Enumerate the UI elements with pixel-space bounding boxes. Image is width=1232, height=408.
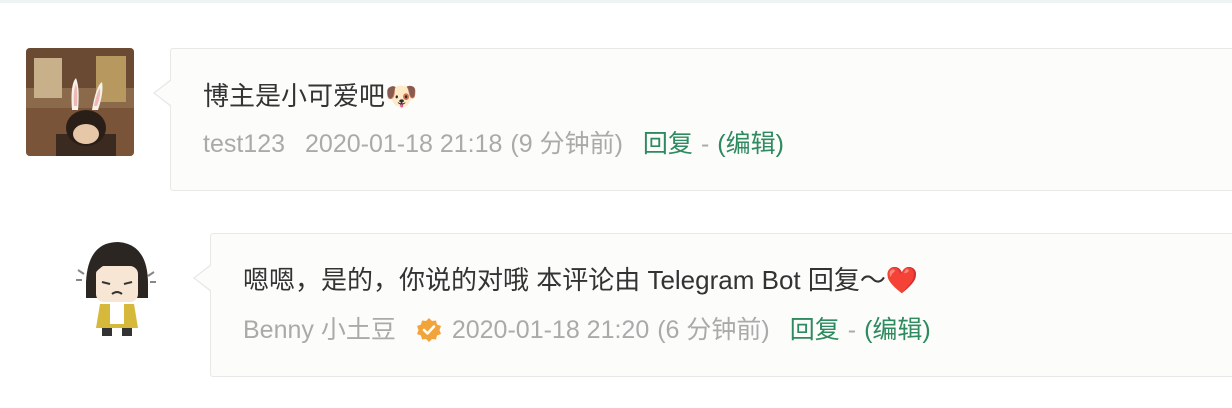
- separator: -: [700, 130, 710, 158]
- verified-badge-icon: [416, 317, 442, 343]
- comment-text: 博主是小可爱吧🐶: [203, 81, 418, 111]
- comment-meta: Benny 小土豆 2020-01-18 21:20 (6 分钟前) 回复 - …: [243, 314, 931, 346]
- comment-author[interactable]: test123: [203, 128, 285, 160]
- comment-text: 嗯嗯，是的，你说的对哦 本评论由 Telegram Bot 回复～❤️: [243, 265, 919, 295]
- comment-relative-time: (6 分钟前): [657, 316, 770, 344]
- reply-button[interactable]: 回复: [790, 314, 840, 346]
- comment-author[interactable]: Benny 小土豆: [243, 314, 396, 346]
- comment-meta: test123 2020-01-18 21:18 (9 分钟前) 回复 - (编…: [203, 128, 784, 160]
- comment-date: 2020-01-18 21:18: [305, 130, 503, 158]
- avatar[interactable]: [26, 48, 134, 156]
- edit-button[interactable]: (编辑): [717, 128, 784, 160]
- top-divider: [0, 0, 1232, 3]
- comment-bubble: [193, 233, 1232, 377]
- comment-relative-time: (9 分钟前): [510, 130, 623, 158]
- comment-date: 2020-01-18 21:20: [451, 316, 650, 344]
- edit-button[interactable]: (编辑): [864, 314, 931, 346]
- reply-button[interactable]: 回复: [643, 128, 693, 160]
- avatar[interactable]: [62, 232, 170, 340]
- comment-bubble: [153, 48, 1232, 191]
- separator: -: [847, 316, 857, 344]
